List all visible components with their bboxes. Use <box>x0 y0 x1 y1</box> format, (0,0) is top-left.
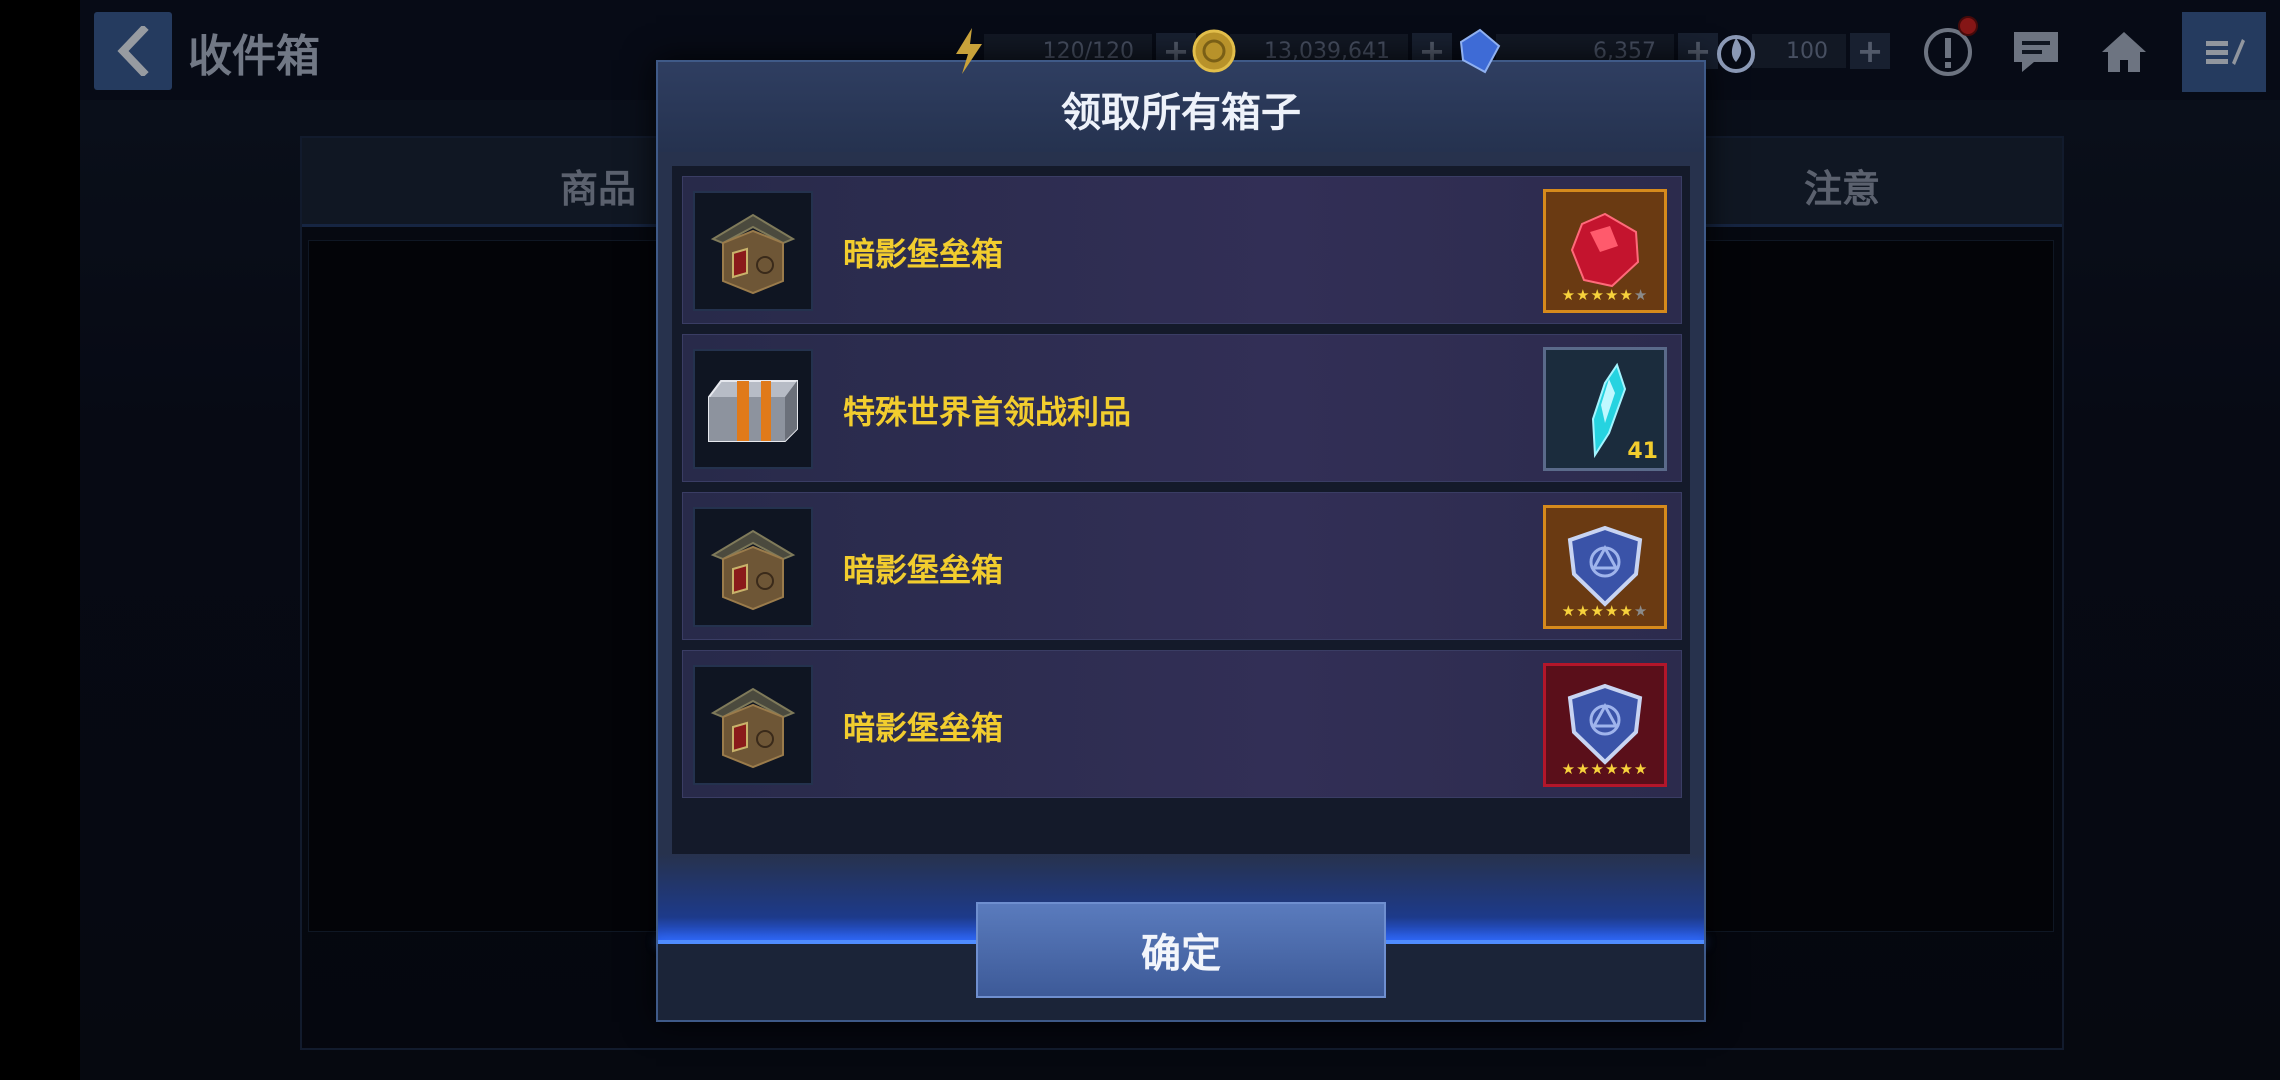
silver-chest-icon <box>693 349 813 469</box>
shield-emblem-icon <box>1567 683 1643 765</box>
pagoda-box-icon <box>693 507 813 627</box>
item-name: 暗影堡垒箱 <box>843 551 1004 589</box>
pagoda-box-icon <box>693 191 813 311</box>
item-name: 暗影堡垒箱 <box>843 235 1004 273</box>
shield-emblem-icon <box>1567 525 1643 607</box>
blue-crystal-icon <box>1454 25 1506 77</box>
reward-slot[interactable]: ★★★★★★ <box>1543 189 1667 313</box>
confirm-button[interactable]: 确定 <box>976 902 1386 998</box>
gold-coin-icon <box>1188 25 1240 77</box>
dialog-header: 领取所有箱子 <box>658 62 1704 152</box>
pagoda-box-icon <box>693 665 813 785</box>
list-item: 暗影堡垒箱 ★★★★★★ <box>682 492 1682 640</box>
reward-stars-dim: ★ <box>1633 602 1649 620</box>
reward-stars: ★★★★★★ <box>1561 760 1649 778</box>
reward-slot[interactable]: ★★★★★★ <box>1543 505 1667 629</box>
flame-icon <box>1710 25 1762 77</box>
lightning-icon <box>942 25 994 77</box>
reward-stars: ★★★★★ <box>1561 286 1634 304</box>
item-name: 特殊世界首领战利品 <box>843 393 1132 431</box>
box-list[interactable]: 暗影堡垒箱 ★★★★★★ 特殊世界首领战利品 41 暗影堡垒箱 ★★★★★★ 暗… <box>672 166 1690 854</box>
reward-stars-dim: ★ <box>1633 286 1649 304</box>
dialog-title: 领取所有箱子 <box>1061 90 1301 136</box>
reward-slot[interactable]: 41 <box>1543 347 1667 471</box>
reward-slot[interactable]: ★★★★★★ <box>1543 663 1667 787</box>
list-item: 暗影堡垒箱 ★★★★★★ <box>682 176 1682 324</box>
reward-count: 41 <box>1627 439 1658 464</box>
claim-all-dialog: 领取所有箱子 暗影堡垒箱 ★★★★★★ 特殊世界首领战利品 41 暗影堡垒箱 ★… <box>656 60 1706 1022</box>
red-gem-icon <box>1570 212 1640 288</box>
item-name: 暗影堡垒箱 <box>843 709 1004 747</box>
reward-stars: ★★★★★ <box>1561 602 1634 620</box>
list-item: 特殊世界首领战利品 41 <box>682 334 1682 482</box>
list-item: 暗影堡垒箱 ★★★★★★ <box>682 650 1682 798</box>
